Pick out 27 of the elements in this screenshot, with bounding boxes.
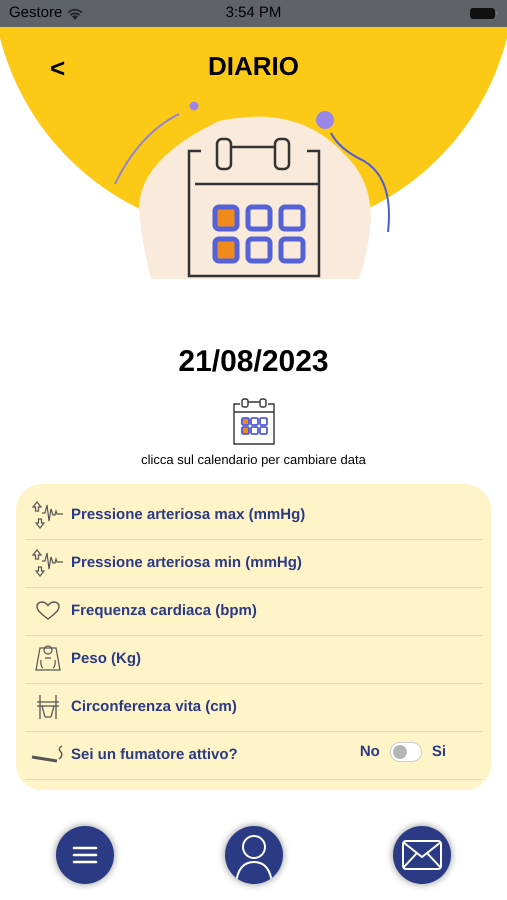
pulse-arrows-icon <box>32 501 64 529</box>
clock: 3:54 PM <box>226 3 282 24</box>
menu-icon <box>72 844 98 864</box>
wifi-icon <box>66 7 84 20</box>
menu-button[interactable] <box>56 826 114 884</box>
measurement-label[interactable]: Peso (Kg) <box>71 648 142 670</box>
waist-icon <box>35 693 61 721</box>
mail-button[interactable] <box>393 826 451 884</box>
carrier-label: Gestore <box>9 3 62 24</box>
profile-button[interactable] <box>224 826 282 884</box>
mail-icon <box>401 838 443 870</box>
question-label: Sei un fumatore attivo? <box>71 744 238 765</box>
heart-icon <box>36 601 60 621</box>
date-label: 21/08/2023 <box>178 344 329 380</box>
no-label: No <box>360 742 380 762</box>
battery-icon <box>470 7 498 20</box>
back-button[interactable]: < <box>50 49 66 88</box>
measurement-label[interactable]: Pressione arteriosa max (mmHg) <box>71 504 306 526</box>
measurement-label[interactable]: Circonferenza vita (cm) <box>71 696 237 718</box>
date-hint: clicca sul calendario per cambiare data <box>141 451 366 469</box>
cigarette-icon <box>31 745 65 765</box>
pulse-arrows-icon <box>32 549 64 577</box>
measurement-label[interactable]: Pressione arteriosa min (mmHg) <box>71 552 302 574</box>
page-title: DIARIO <box>208 50 299 82</box>
yes-label: Si <box>432 742 446 762</box>
smoker-toggle[interactable] <box>390 742 422 762</box>
measurement-label[interactable]: Frequenza cardiaca (bpm) <box>71 600 257 622</box>
